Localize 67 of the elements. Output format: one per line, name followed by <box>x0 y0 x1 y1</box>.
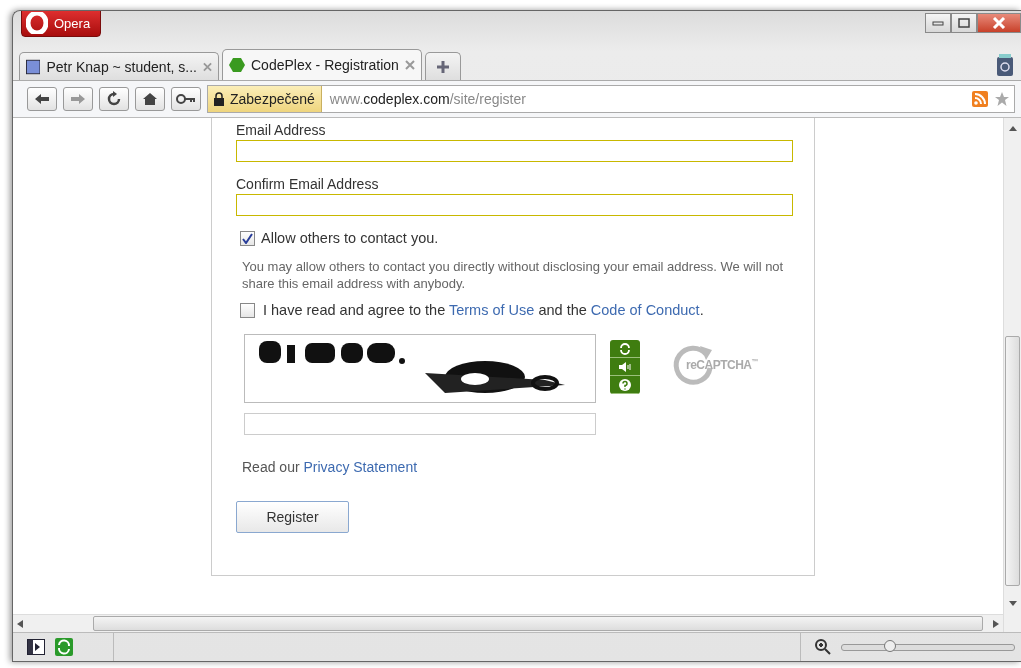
panel-toggle-icon <box>27 639 45 655</box>
minimize-icon <box>932 20 944 26</box>
forward-button[interactable] <box>63 87 93 111</box>
reload-button[interactable] <box>99 87 129 111</box>
speaker-icon <box>618 361 632 372</box>
close-icon <box>992 17 1006 29</box>
scroll-right-icon[interactable] <box>993 619 999 628</box>
trash-icon <box>995 53 1015 77</box>
help-button[interactable] <box>610 376 640 394</box>
recaptcha-logo: reCAPTCHA$^{™}$ <box>686 358 758 372</box>
close-button[interactable] <box>977 13 1021 33</box>
scroll-up-icon[interactable] <box>1008 124 1017 134</box>
home-button[interactable] <box>135 87 165 111</box>
email-field[interactable] <box>236 194 793 216</box>
refresh-button[interactable] <box>610 340 640 358</box>
browser-tab[interactable]: CodePlex - Registration <box>222 49 422 80</box>
checkbox[interactable] <box>240 302 255 318</box>
favicon-icon <box>26 58 41 75</box>
field-label: Confirm Email Address <box>236 176 380 192</box>
terms-link[interactable]: Terms of Use <box>448 302 535 318</box>
privacy-text: Read our Privacy Statement <box>242 459 419 475</box>
opera-logo-icon <box>26 12 48 34</box>
minimize-button[interactable] <box>925 13 951 33</box>
email-field[interactable] <box>236 140 793 162</box>
forward-arrow-icon <box>70 93 86 105</box>
privacy-link[interactable]: Privacy Statement <box>303 459 418 475</box>
plus-icon <box>437 60 449 73</box>
hexagon-favicon-icon <box>229 58 245 72</box>
captcha-answer-field[interactable] <box>244 413 596 435</box>
rss-icon <box>972 91 988 107</box>
checkbox[interactable] <box>240 230 255 246</box>
security-badge[interactable]: Zabezpečené <box>208 86 322 112</box>
vertical-scrollbar[interactable] <box>1003 118 1021 632</box>
close-icon <box>405 60 415 70</box>
contact-note: You may allow others to contact you directly without disclosing your email address. We will not share this email address with anybody. <box>242 258 785 292</box>
help-icon <box>619 378 631 391</box>
horizontal-scrollbar[interactable] <box>13 614 1003 632</box>
new-tab-button[interactable] <box>425 52 461 80</box>
check-icon <box>242 232 253 244</box>
opera-menu-button[interactable]: Opera <box>21 11 102 37</box>
address-bar[interactable]: Zabezpečené www.codeplex.com/site/register <box>207 85 1015 113</box>
url-text: www.codeplex.com/site/register <box>328 91 527 107</box>
back-arrow-icon <box>34 93 50 105</box>
reload-icon <box>106 91 122 107</box>
refresh-icon <box>619 342 631 355</box>
star-icon <box>994 91 1010 107</box>
close-icon <box>203 61 212 72</box>
home-icon <box>142 92 158 106</box>
zoom-icon <box>815 639 831 655</box>
conduct-link[interactable]: Code of Conduct <box>590 302 700 318</box>
lock-icon <box>214 92 224 106</box>
field-label: Email Address <box>236 122 327 138</box>
back-button[interactable] <box>27 87 57 111</box>
scroll-down-icon[interactable] <box>1008 598 1017 608</box>
maximize-button[interactable] <box>951 13 977 33</box>
terms-agreement-text: I have read and agree to the Terms of Use and the Code of Conduct. <box>263 302 704 318</box>
audio-button[interactable] <box>610 358 640 376</box>
checkbox-label: Allow others to contact you. <box>261 230 439 246</box>
browser-tab[interactable]: Petr Knap ~ student, s... <box>19 52 219 80</box>
zoom-slider-thumb[interactable] <box>884 639 897 652</box>
key-button[interactable] <box>171 87 201 111</box>
scroll-left-icon[interactable] <box>17 619 23 628</box>
maximize-icon <box>958 18 970 28</box>
sync-icon <box>55 638 73 656</box>
register-button[interactable]: Register <box>236 501 349 533</box>
zoom-slider[interactable] <box>841 643 1015 651</box>
key-icon <box>176 94 196 104</box>
